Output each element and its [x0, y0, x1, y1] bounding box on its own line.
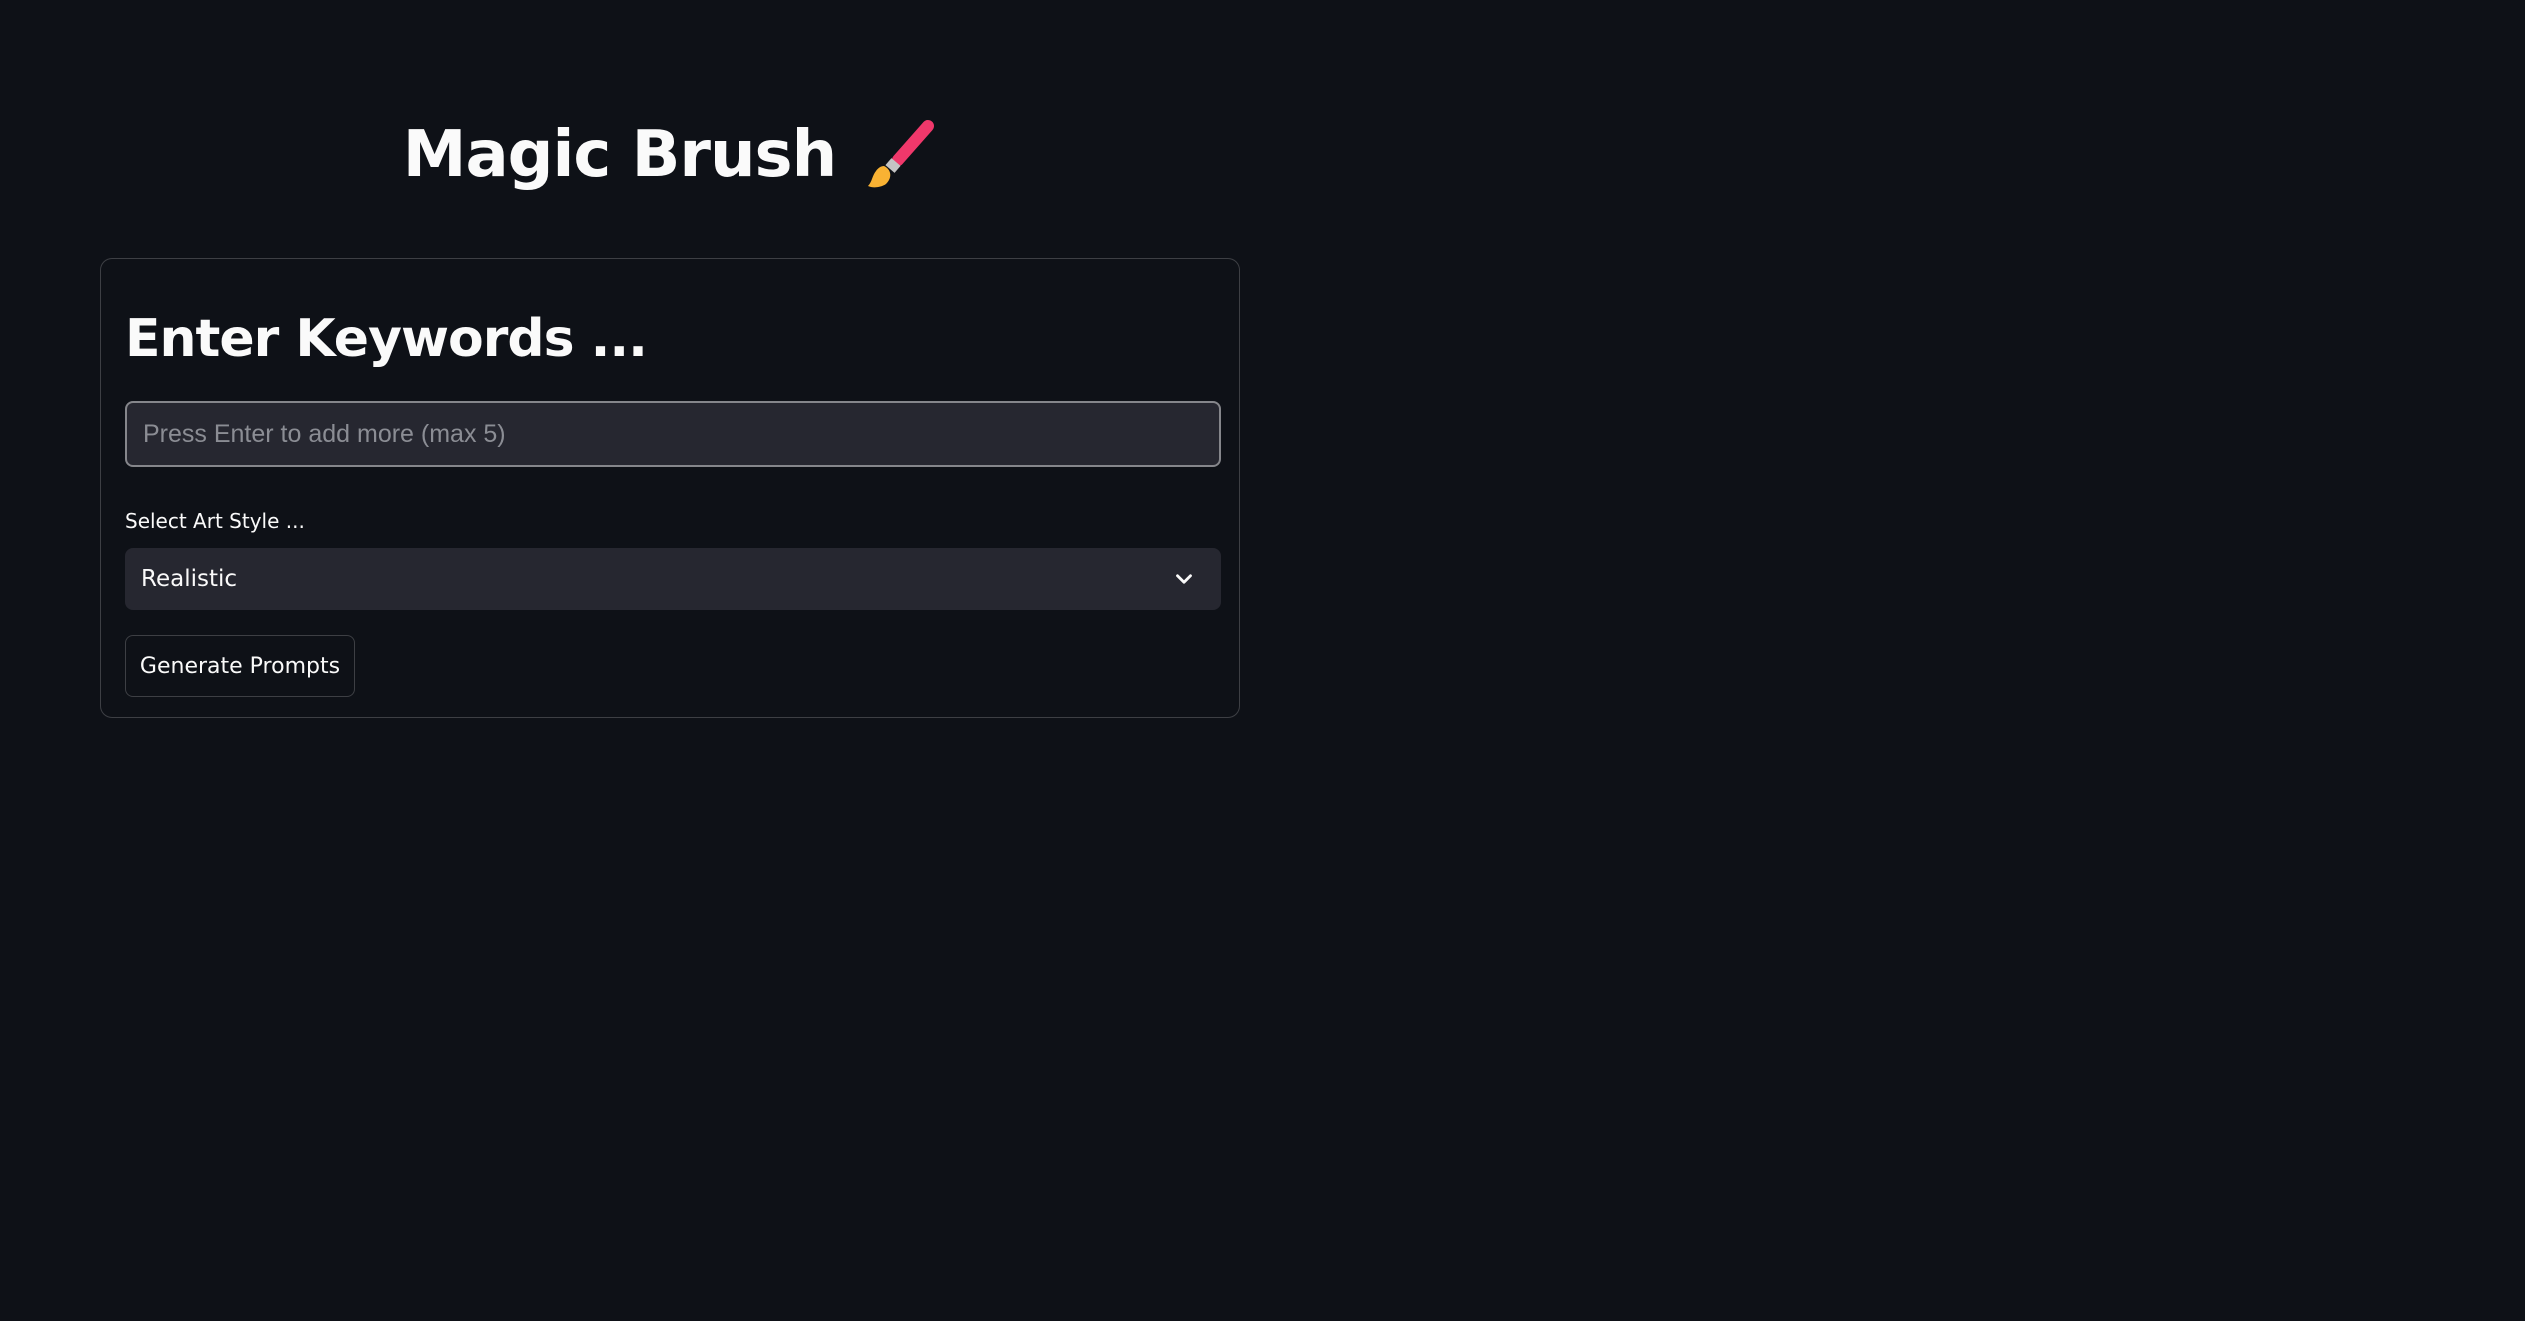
art-style-select[interactable]: Realistic — [125, 548, 1221, 610]
page-title: Magic Brush — [402, 118, 837, 192]
keywords-form-card: Enter Keywords ... Select Art Style ... … — [100, 258, 1240, 718]
keywords-input[interactable] — [125, 401, 1221, 467]
paintbrush-icon — [862, 116, 940, 194]
art-style-selected-value: Realistic — [141, 566, 238, 592]
generate-prompts-button[interactable]: Generate Prompts — [125, 635, 355, 697]
chevron-down-icon — [1176, 574, 1192, 584]
app-root: Magic Brush Enter Keywords ... Select Ar… — [0, 0, 2525, 1321]
art-style-label: Select Art Style ... — [125, 509, 305, 533]
form-heading: Enter Keywords ... — [125, 309, 648, 369]
page-title-text: Magic Brush — [402, 118, 837, 192]
title-row: Magic Brush — [0, 100, 1343, 210]
